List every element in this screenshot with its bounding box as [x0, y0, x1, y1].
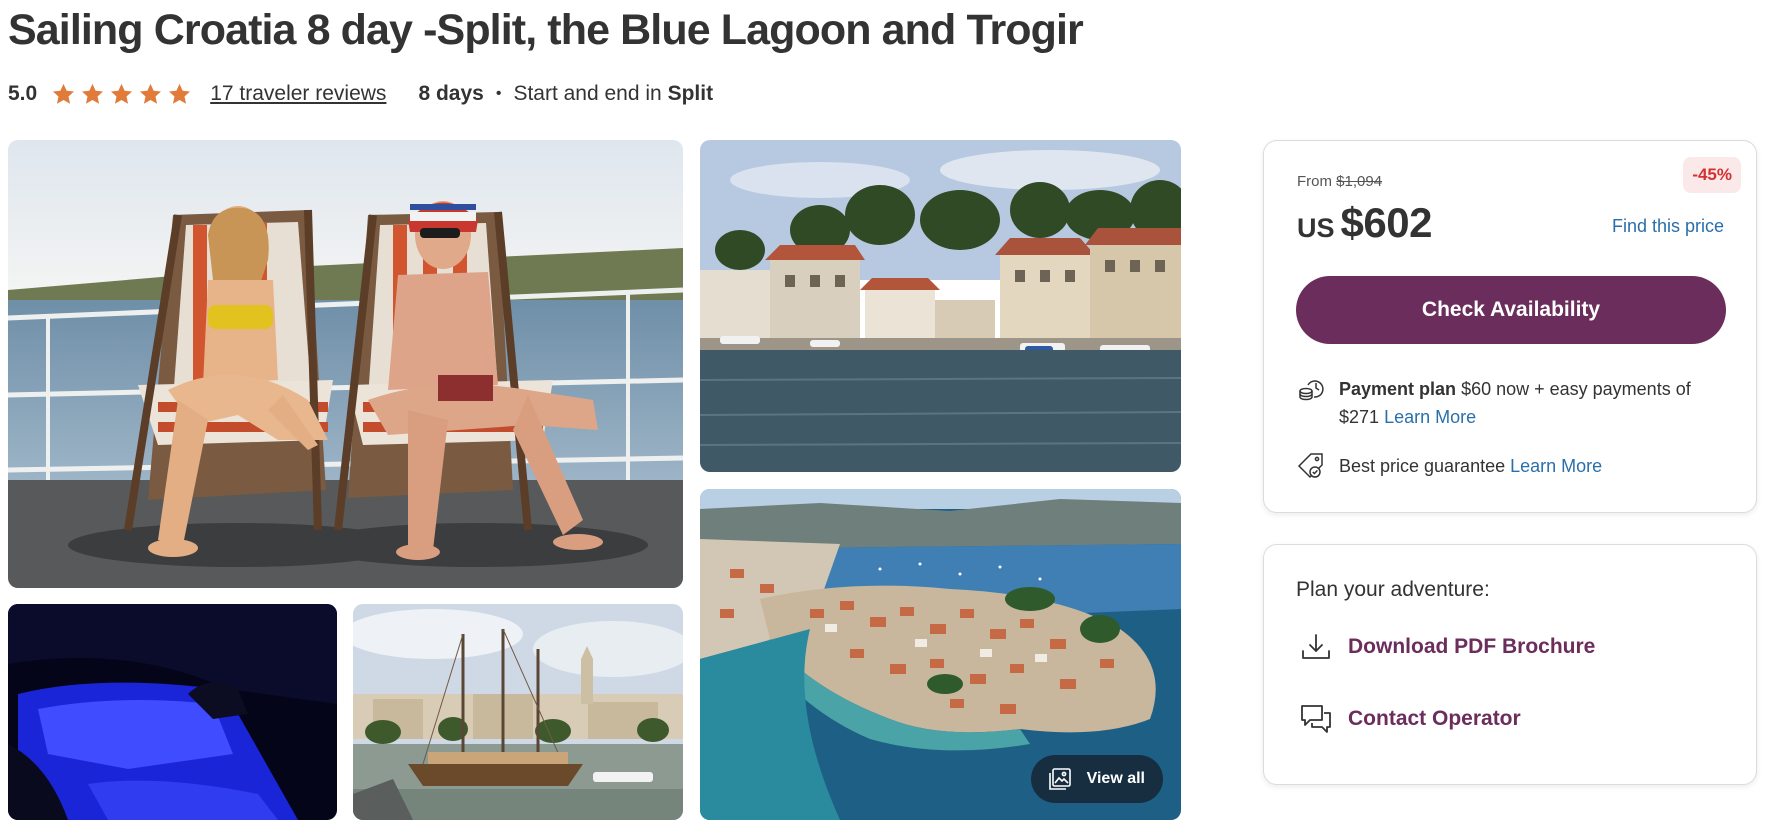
photo-harbour-ship[interactable] [353, 604, 683, 820]
tour-meta: 5.0 17 traveler reviews 8 days • Start a… [8, 79, 713, 109]
star-icon [111, 83, 133, 104]
photo-aerial-town[interactable]: View all [700, 489, 1181, 820]
photo-seaside-village[interactable] [700, 140, 1181, 472]
download-icon [1302, 634, 1330, 659]
best-price-guarantee: Best price guarantee Learn More [1296, 452, 1729, 481]
contact-operator-link[interactable]: Contact Operator [1298, 701, 1521, 737]
page-title: Sailing Croatia 8 day -Split, the Blue L… [8, 6, 1084, 54]
star-icon [140, 83, 162, 104]
photo-blue-cave[interactable] [8, 604, 337, 820]
photo-deck-chairs-image [8, 140, 683, 588]
discount-badge: -45% [1683, 157, 1741, 193]
chat-bubbles-icon [1301, 705, 1331, 733]
contact-operator-label: Contact Operator [1348, 707, 1521, 730]
payment-plan: Payment plan $60 now + easy payments of … [1296, 375, 1729, 431]
original-price: $1,094 [1336, 173, 1383, 190]
star-rating [51, 82, 192, 107]
guarantee-text: Best price guarantee [1339, 456, 1506, 476]
start-end-city: Split [667, 82, 714, 105]
plan-title: Plan your adventure: [1296, 578, 1490, 601]
star-icon [53, 83, 75, 104]
coins-clock-icon [1299, 380, 1324, 401]
pricing-card: From $1,094 -45% US $602 Find this price… [1263, 140, 1757, 513]
separator-dot: • [495, 85, 502, 102]
photo-harbour-ship-image [353, 604, 683, 820]
duration: 8 days [418, 82, 484, 105]
photo-deck-chairs[interactable] [8, 140, 683, 588]
download-brochure-label: Download PDF Brochure [1348, 635, 1596, 658]
find-this-price-link[interactable]: Find this price [1612, 216, 1724, 237]
payment-plan-title: Payment plan [1339, 379, 1457, 399]
payment-plan-learn-more[interactable]: Learn More [1384, 407, 1476, 427]
from-label: From [1297, 173, 1332, 190]
start-end-label: Start and end in [513, 82, 662, 105]
view-all-label: View all [1086, 770, 1145, 787]
photo-blue-cave-image [8, 604, 337, 820]
price-tag-check-icon [1297, 453, 1323, 479]
reviews-link[interactable]: 17 traveler reviews [210, 82, 386, 106]
currency-label: US [1297, 213, 1335, 243]
download-brochure-link[interactable]: Download PDF Brochure [1298, 629, 1595, 665]
plan-adventure-card: Plan your adventure: Download PDF Brochu… [1263, 544, 1757, 785]
price-amount: $602 [1340, 199, 1433, 246]
star-icon [169, 83, 191, 104]
star-icon [82, 83, 104, 104]
guarantee-learn-more[interactable]: Learn More [1510, 456, 1602, 476]
current-price: US $602 [1297, 199, 1432, 247]
gallery-icon [1048, 768, 1071, 790]
check-availability-button[interactable]: Check Availability [1296, 276, 1726, 344]
view-all-button[interactable]: View all [1030, 755, 1163, 803]
photo-seaside-village-image [700, 140, 1181, 472]
price-from: From $1,094 [1297, 173, 1382, 190]
rating-value: 5.0 [8, 82, 38, 105]
